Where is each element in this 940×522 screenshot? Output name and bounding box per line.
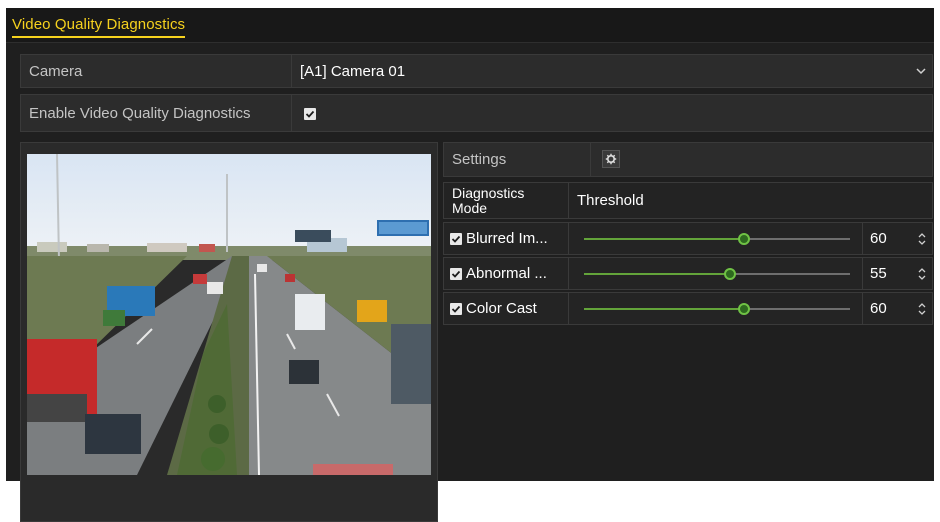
diagnostics-mode-cell: Color Cast <box>450 293 537 324</box>
mode-name: Blurred Im... <box>466 230 548 247</box>
camera-label: Camera <box>29 62 83 80</box>
threshold-value[interactable]: 60 <box>870 223 887 254</box>
diagnostics-mode-header: Diagnostics Mode <box>452 185 525 216</box>
gear-icon <box>605 153 617 165</box>
divider <box>291 95 292 131</box>
value-stepper[interactable] <box>918 223 926 254</box>
table-header: Diagnostics Mode Threshold <box>443 182 933 219</box>
video-preview-panel <box>20 142 438 522</box>
threshold-value[interactable]: 60 <box>870 293 887 324</box>
mode-checkbox[interactable] <box>450 302 462 315</box>
slider-fill <box>584 308 744 310</box>
divider <box>862 223 863 254</box>
main-panel: Camera [A1] Camera 01 Enable Video Quali… <box>6 43 934 522</box>
mode-checkbox[interactable] <box>450 267 462 280</box>
checkmark-icon <box>451 270 461 278</box>
diagnostics-row: Blurred Im... 60 <box>443 222 933 255</box>
camera-row: Camera [A1] Camera 01 <box>20 54 933 88</box>
video-preview-image <box>27 154 431 475</box>
enable-label: Enable Video Quality Diagnostics <box>29 104 251 122</box>
divider <box>568 258 569 289</box>
threshold-slider[interactable] <box>584 233 850 245</box>
divider <box>862 258 863 289</box>
settings-row: Settings <box>443 142 933 177</box>
mode-name: Abnormal ... <box>466 265 547 282</box>
threshold-slider[interactable] <box>584 268 850 280</box>
updown-arrows-icon <box>918 232 926 245</box>
diagnostics-mode-cell: Blurred Im... <box>450 223 548 254</box>
tab-video-quality-diagnostics[interactable]: Video Quality Diagnostics <box>12 16 186 38</box>
enable-checkbox[interactable] <box>304 108 316 120</box>
divider <box>568 223 569 254</box>
divider <box>862 293 863 324</box>
threshold-slider[interactable] <box>584 303 850 315</box>
tab-bar: Video Quality Diagnostics <box>6 8 934 43</box>
checkmark-icon <box>451 305 461 313</box>
enable-row: Enable Video Quality Diagnostics <box>20 94 933 132</box>
settings-label: Settings <box>452 151 507 168</box>
value-stepper[interactable] <box>918 293 926 324</box>
chevron-down-icon <box>916 55 926 87</box>
threshold-value[interactable]: 55 <box>870 258 887 289</box>
camera-select-value: [A1] Camera 01 <box>300 62 406 80</box>
diagnostics-mode-cell: Abnormal ... <box>450 258 547 289</box>
divider <box>568 293 569 324</box>
slider-handle[interactable] <box>738 303 750 315</box>
divider <box>568 183 569 218</box>
diagnostics-row: Abnormal ... 55 <box>443 257 933 290</box>
slider-fill <box>584 273 730 275</box>
slider-handle[interactable] <box>724 268 736 280</box>
diagnostics-row: Color Cast 60 <box>443 292 933 325</box>
value-stepper[interactable] <box>918 258 926 289</box>
updown-arrows-icon <box>918 267 926 280</box>
checkmark-icon <box>305 110 315 118</box>
camera-select[interactable]: [A1] Camera 01 <box>292 55 932 87</box>
updown-arrows-icon <box>918 302 926 315</box>
settings-button[interactable] <box>602 150 620 168</box>
mode-checkbox[interactable] <box>450 232 462 245</box>
divider <box>590 143 591 176</box>
threshold-header: Threshold <box>577 192 644 209</box>
mode-name: Color Cast <box>466 300 537 317</box>
slider-fill <box>584 238 744 240</box>
slider-handle[interactable] <box>738 233 750 245</box>
window: Video Quality Diagnostics Camera [A1] Ca… <box>6 8 934 522</box>
checkmark-icon <box>451 235 461 243</box>
